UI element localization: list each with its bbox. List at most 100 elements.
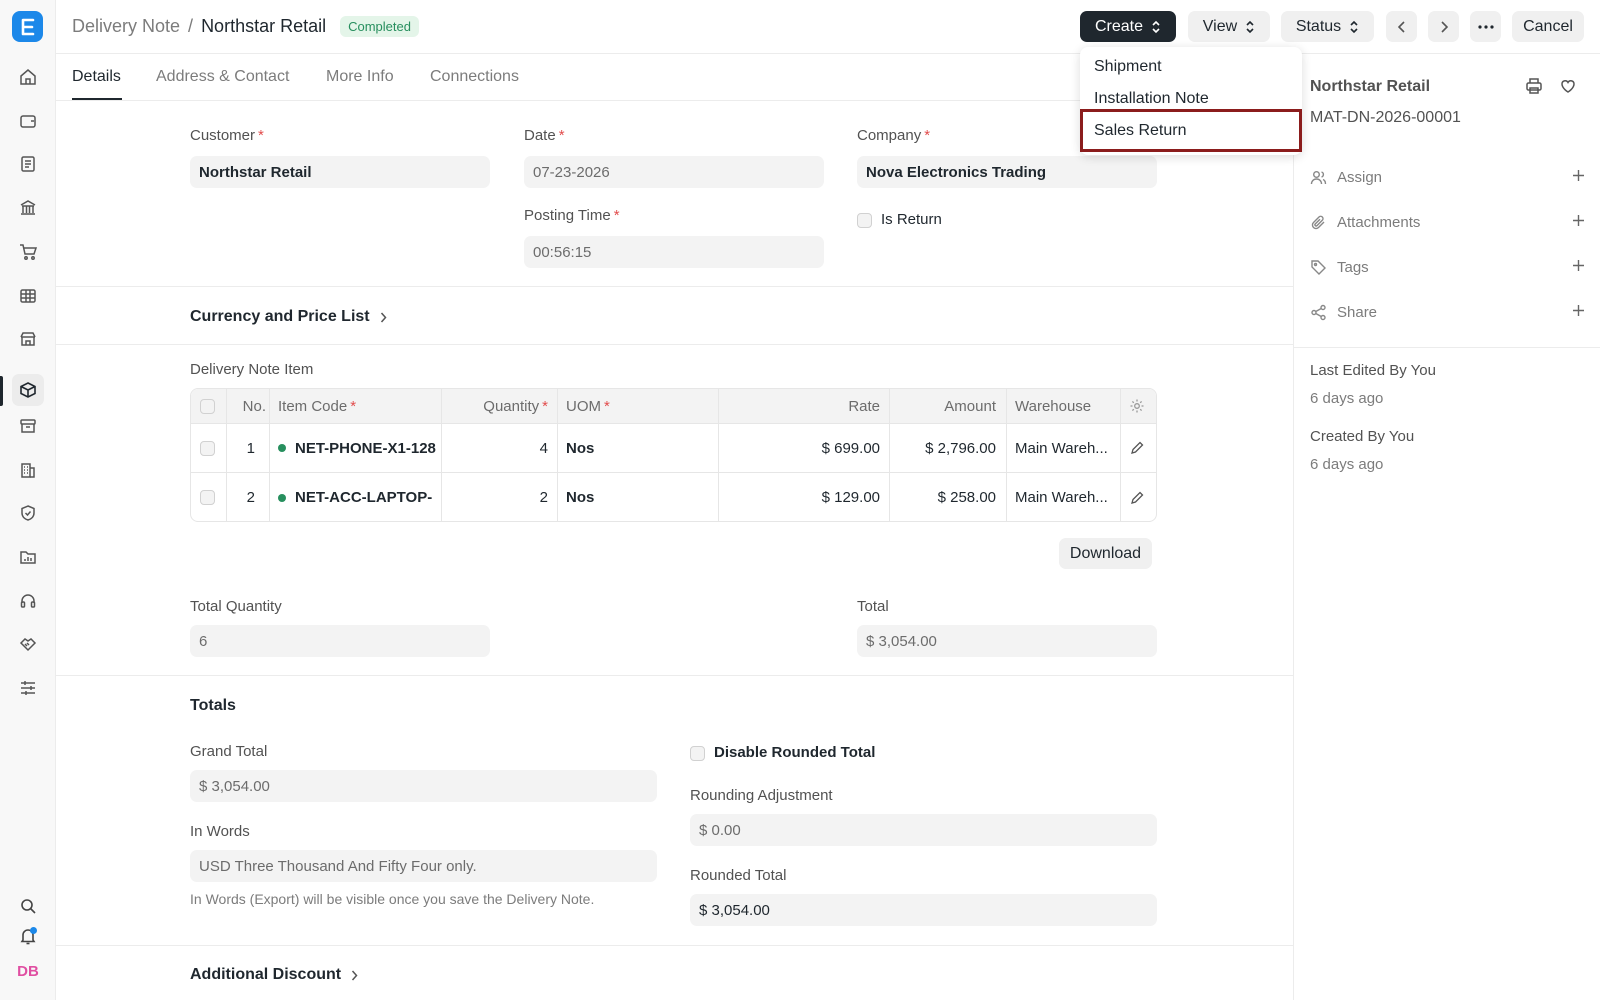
- sidebar-assign[interactable]: Assign: [1310, 165, 1585, 189]
- search-icon[interactable]: [12, 890, 44, 922]
- stock-box-icon[interactable]: [12, 374, 44, 406]
- bell-icon[interactable]: [12, 920, 44, 952]
- table-icon[interactable]: [12, 280, 44, 312]
- sidebar-tags[interactable]: Tags: [1310, 255, 1585, 279]
- quantity-cell[interactable]: 4: [441, 424, 548, 472]
- row-checkbox[interactable]: [200, 440, 215, 456]
- create-button[interactable]: Create: [1080, 11, 1176, 42]
- menu-item-shipment[interactable]: Shipment: [1094, 58, 1162, 76]
- currency-section-toggle[interactable]: Currency and Price List: [190, 308, 387, 326]
- plus-icon[interactable]: [1572, 169, 1585, 186]
- tab-address-contact[interactable]: Address & Contact: [156, 68, 289, 86]
- store-icon[interactable]: [12, 323, 44, 355]
- building-icon[interactable]: [12, 454, 44, 486]
- wallet-icon[interactable]: [12, 105, 44, 137]
- download-button[interactable]: Download: [1059, 538, 1152, 569]
- additional-discount-section-toggle[interactable]: Additional Discount: [190, 966, 358, 984]
- page-title: Northstar Retail: [201, 16, 327, 36]
- like-button[interactable]: [1559, 77, 1577, 99]
- warehouse-cell[interactable]: Main Wareh...: [1015, 473, 1115, 521]
- menu-item-installation-note[interactable]: Installation Note: [1094, 90, 1209, 108]
- warehouse-cell[interactable]: Main Wareh...: [1015, 424, 1115, 472]
- user-avatar[interactable]: DB: [13, 956, 43, 986]
- disable-rounded-total-checkbox[interactable]: [690, 746, 705, 761]
- tab-details[interactable]: Details: [72, 68, 121, 86]
- breadcrumb-doctype[interactable]: Delivery Note: [72, 16, 180, 37]
- sidebar-title: Northstar Retail: [1310, 78, 1431, 95]
- date-label: Date *: [524, 127, 565, 144]
- rate-cell[interactable]: $ 699.00: [718, 424, 880, 472]
- currency-section-title: Currency and Price List: [190, 308, 370, 325]
- home-icon[interactable]: [12, 61, 44, 93]
- users-icon: [1310, 169, 1328, 186]
- column-divider: [1006, 473, 1007, 521]
- sidebar-share[interactable]: Share: [1310, 300, 1585, 324]
- column-divider: [557, 473, 558, 521]
- rounding-adjustment-field: $ 0.00: [690, 814, 1157, 846]
- quantity-cell[interactable]: 2: [441, 473, 548, 521]
- date-field[interactable]: 07-23-2026: [524, 156, 824, 188]
- next-record-button[interactable]: [1428, 11, 1459, 42]
- customer-field[interactable]: Northstar Retail: [190, 156, 490, 188]
- required-mark: *: [258, 127, 264, 144]
- item-code-cell[interactable]: NET-PHONE-X1-128: [278, 424, 438, 472]
- cart-icon[interactable]: [12, 236, 44, 268]
- edit-row-button[interactable]: [1130, 473, 1150, 521]
- document-icon[interactable]: [12, 148, 44, 180]
- archive-icon[interactable]: [12, 410, 44, 442]
- handshake-icon[interactable]: [12, 628, 44, 660]
- headset-icon[interactable]: [12, 585, 44, 617]
- tab-connections[interactable]: Connections: [430, 68, 519, 86]
- row-select-cell: [200, 424, 220, 472]
- uom-cell[interactable]: Nos: [566, 424, 706, 472]
- more-actions-button[interactable]: [1470, 11, 1501, 42]
- sidebar-attachments-label: Attachments: [1337, 213, 1421, 231]
- app-logo[interactable]: [12, 11, 43, 42]
- items-table-label: Delivery Note Item: [190, 361, 314, 378]
- column-header-no: No.: [242, 397, 266, 415]
- item-code-cell[interactable]: NET-ACC-LAPTOP-: [278, 473, 438, 521]
- disable-rounded-total-label: Disable Rounded Total: [714, 744, 876, 761]
- last-edited-label: Last Edited By You: [1310, 362, 1436, 379]
- plus-icon[interactable]: [1572, 214, 1585, 231]
- notification-dot: [30, 927, 37, 934]
- chevron-right-icon: [352, 970, 358, 980]
- shield-icon[interactable]: [12, 497, 44, 529]
- required-mark: *: [604, 397, 610, 415]
- is-return-label: Is Return: [881, 211, 942, 228]
- print-button[interactable]: [1525, 77, 1543, 99]
- share-icon: [1310, 304, 1328, 321]
- plus-icon[interactable]: [1572, 304, 1585, 321]
- required-mark: *: [558, 127, 565, 144]
- customer-label: Customer *: [190, 127, 264, 144]
- posting-time-label: Posting Time *: [524, 207, 620, 224]
- tab-more-info[interactable]: More Info: [326, 68, 394, 86]
- row-checkbox[interactable]: [200, 490, 215, 505]
- table-row[interactable]: 1 NET-PHONE-X1-128 4 Nos $ 699.00 $ 2,79…: [191, 424, 1156, 473]
- in-words-field: USD Three Thousand And Fifty Four only.: [190, 850, 657, 882]
- bank-icon[interactable]: [12, 192, 44, 224]
- posting-time-field[interactable]: 00:56:15: [524, 236, 824, 268]
- create-dropdown-menu: Shipment Installation Note Sales Return: [1080, 47, 1302, 155]
- folder-chart-icon[interactable]: [12, 541, 44, 573]
- in-words-label: In Words: [190, 823, 250, 840]
- column-settings-cell[interactable]: [1129, 389, 1149, 423]
- settings-sliders-icon[interactable]: [12, 672, 44, 704]
- select-all-checkbox[interactable]: [200, 398, 215, 414]
- rate-cell[interactable]: $ 129.00: [718, 473, 880, 521]
- table-row[interactable]: 2 NET-ACC-LAPTOP- 2 Nos $ 129.00 $ 258.0…: [191, 473, 1156, 521]
- status-button[interactable]: Status: [1281, 11, 1374, 42]
- uom-cell[interactable]: Nos: [566, 473, 706, 521]
- plus-icon[interactable]: [1572, 259, 1585, 276]
- customer-label-text: Customer: [190, 127, 256, 144]
- view-button[interactable]: View: [1188, 11, 1270, 42]
- edit-row-button[interactable]: [1130, 424, 1150, 472]
- previous-record-button[interactable]: [1386, 11, 1417, 42]
- is-return-checkbox[interactable]: [857, 213, 872, 228]
- cancel-button[interactable]: Cancel: [1512, 11, 1584, 42]
- company-field[interactable]: Nova Electronics Trading: [857, 156, 1157, 188]
- item-code-text: NET-ACC-LAPTOP-: [295, 489, 433, 506]
- sidebar-attachments[interactable]: Attachments: [1310, 210, 1585, 234]
- required-mark: *: [542, 397, 548, 415]
- chevron-left-icon: [1397, 20, 1405, 33]
